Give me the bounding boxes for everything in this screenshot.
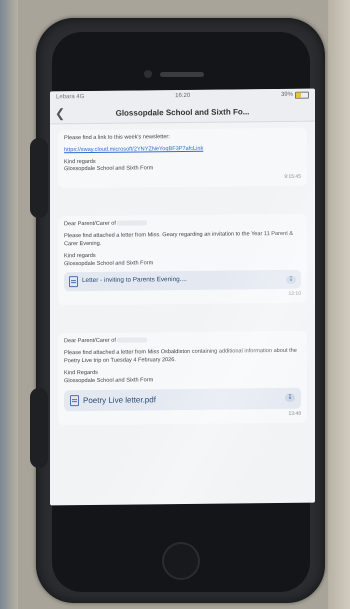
nav-bar: ❮ Glossopdale School and Sixth Fo... (50, 100, 315, 125)
message-bubble: Please find a link to this week's newsle… (58, 127, 307, 189)
battery-percent: 39% (280, 91, 293, 98)
earpiece-speaker (160, 72, 204, 77)
battery-indicator: 39% (280, 91, 309, 99)
background-right (328, 0, 350, 609)
attachment-parents-evening[interactable]: Letter - inviting to Parents Evening....… (64, 270, 301, 292)
document-icon (69, 276, 78, 288)
message-sender: Glossopdale School and Sixth Form (64, 259, 154, 267)
case-bumper (30, 138, 48, 218)
battery-fill (295, 92, 301, 98)
message-text: Please find attached a letter from Miss … (64, 348, 297, 365)
cloud-download-icon[interactable]: ↧ (285, 394, 295, 403)
chevron-left-icon[interactable]: ❮ (50, 106, 70, 120)
case-bumper (30, 388, 48, 468)
phone-screen: Lebara 4G 16:20 39% ❮ Glossopdale School… (50, 88, 315, 506)
message-text: Please find attached a letter from Miss.… (64, 230, 294, 248)
background-left (0, 0, 18, 609)
carrier-label: Lebara 4G (56, 94, 85, 101)
attachment-poetry-live[interactable]: Poetry Live letter.pdf ↧ (64, 387, 301, 412)
redacted-name (117, 220, 148, 227)
message-text: Please find a link to this week's newsle… (64, 134, 170, 142)
front-camera (144, 70, 152, 78)
redacted-name (117, 337, 148, 344)
message-time: 13:48 (288, 410, 301, 417)
cloud-download-icon[interactable]: ↧ (286, 275, 296, 284)
attachment-name: Letter - inviting to Parents Evening.... (82, 276, 187, 285)
attachment-name: Poetry Live letter.pdf (83, 394, 156, 405)
message-sender: Glossopdale School and Sixth Form (64, 165, 154, 173)
page-title: Glossopdale School and Sixth Fo... (115, 106, 250, 118)
message-time: 12:10 (288, 291, 301, 298)
battery-icon (294, 91, 309, 99)
document-icon (70, 394, 79, 406)
clock: 16:20 (175, 92, 191, 100)
message-bubble: Dear Parent/Carer of Please find attache… (58, 214, 307, 306)
message-time: 9:15:45 (284, 174, 301, 181)
home-button[interactable] (162, 542, 200, 580)
newsletter-link[interactable]: https://sway.cloud.microsoft/2YNYZNeYoqB… (64, 146, 203, 153)
message-bubble: Dear Parent/Carer of Please find attache… (58, 331, 307, 426)
message-greeting: Dear Parent/Carer of (64, 338, 116, 345)
message-greeting: Dear Parent/Carer of (64, 221, 116, 228)
message-sender: Glossopdale School and Sixth Form (64, 377, 154, 385)
